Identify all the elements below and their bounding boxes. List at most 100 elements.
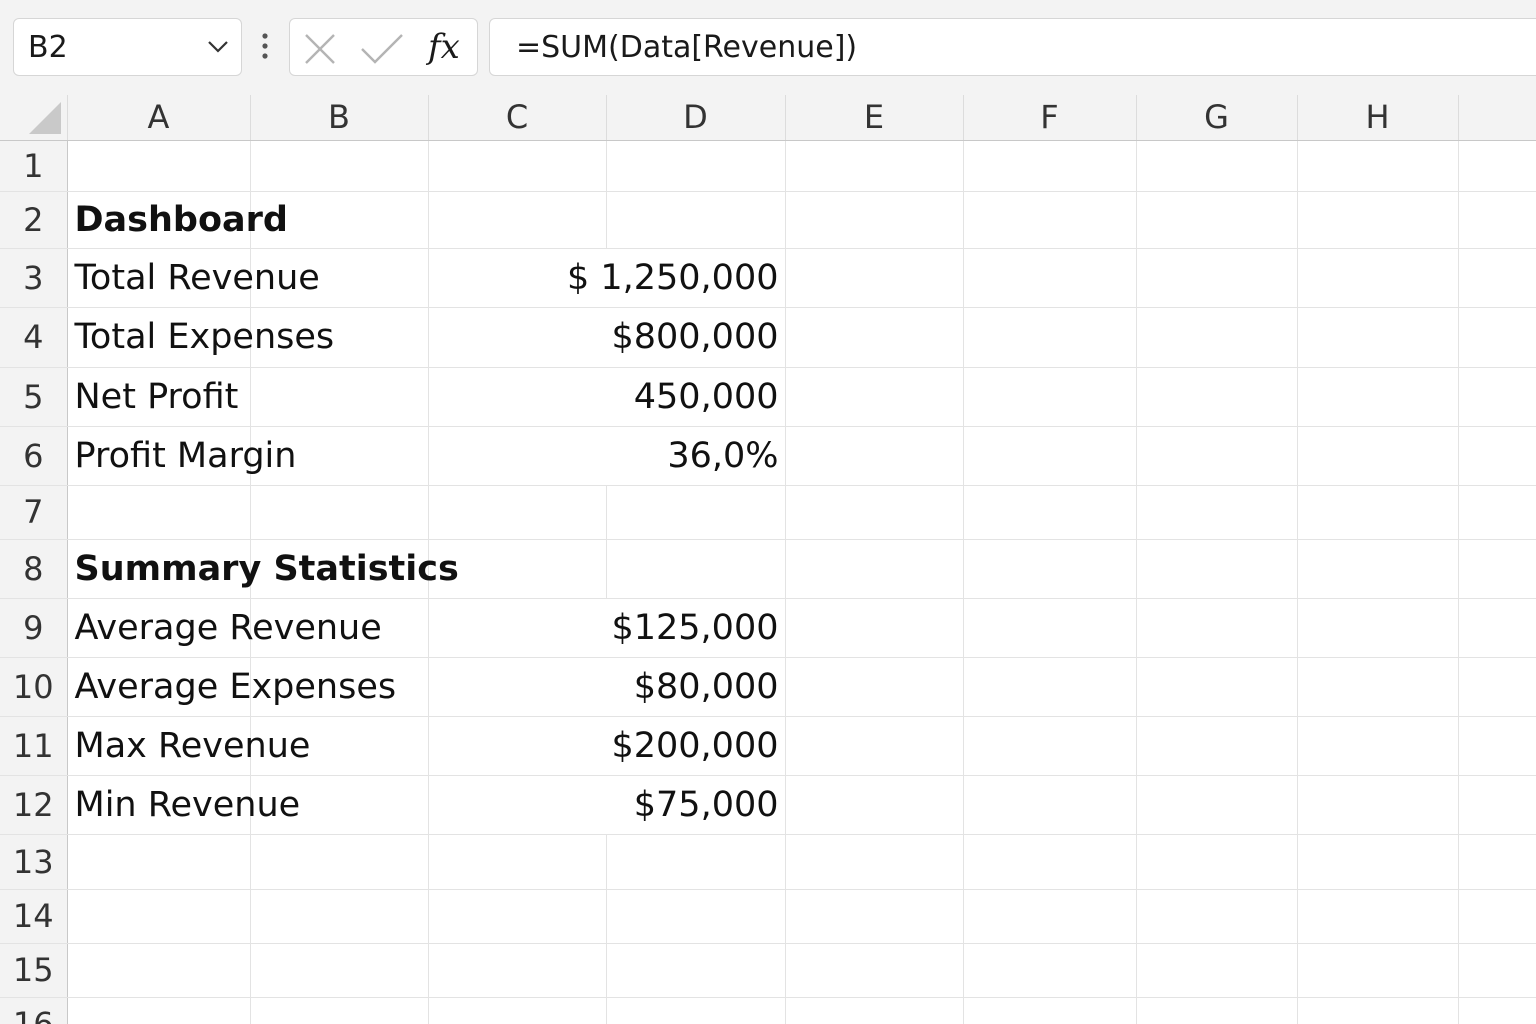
cell[interactable] xyxy=(785,775,964,835)
column-header-g[interactable]: G xyxy=(1136,95,1298,141)
dashboard-value[interactable]: 36,0% xyxy=(428,426,786,486)
cell[interactable]: Min Revenue xyxy=(67,775,300,835)
cell[interactable] xyxy=(785,140,964,192)
row-header[interactable]: 16 xyxy=(0,997,68,1024)
row-header[interactable]: 6 xyxy=(0,426,68,486)
cell[interactable] xyxy=(1136,943,1298,998)
cell-a2[interactable]: Dashboard xyxy=(67,191,288,249)
cell[interactable]: Max Revenue xyxy=(67,716,310,776)
cell[interactable] xyxy=(1297,140,1459,192)
cell[interactable] xyxy=(1458,943,1536,998)
cell[interactable] xyxy=(1458,191,1536,249)
summary-value[interactable]: $125,000 xyxy=(428,598,786,658)
cell[interactable] xyxy=(606,191,786,249)
select-all-corner[interactable] xyxy=(0,95,68,141)
summary-value[interactable]: $80,000 xyxy=(428,657,786,717)
cell[interactable] xyxy=(428,997,607,1024)
cell[interactable] xyxy=(963,248,1137,308)
cell[interactable] xyxy=(1136,834,1298,890)
cell[interactable]: Profit Margin xyxy=(67,426,296,486)
name-box[interactable]: B2 xyxy=(13,18,242,76)
column-header-a[interactable]: A xyxy=(67,95,251,141)
cell[interactable] xyxy=(250,943,429,998)
cell[interactable]: Total Revenue xyxy=(67,248,320,308)
cell[interactable] xyxy=(1297,716,1459,776)
cell[interactable] xyxy=(1136,191,1298,249)
cell[interactable] xyxy=(1136,485,1298,540)
cell[interactable] xyxy=(785,539,964,599)
row-header[interactable]: 1 xyxy=(0,140,68,192)
cell[interactable] xyxy=(1458,716,1536,776)
cell[interactable] xyxy=(1458,140,1536,192)
cancel-icon[interactable] xyxy=(304,33,336,69)
cell[interactable] xyxy=(67,485,251,540)
cell[interactable] xyxy=(1136,367,1298,427)
cell[interactable] xyxy=(1136,775,1298,835)
row-header[interactable]: 15 xyxy=(0,943,68,998)
cell[interactable] xyxy=(963,943,1137,998)
cell[interactable] xyxy=(1458,367,1536,427)
row-header[interactable]: 3 xyxy=(0,248,68,308)
column-header-c[interactable]: C xyxy=(428,95,607,141)
cell[interactable] xyxy=(67,834,251,890)
row-header[interactable]: 4 xyxy=(0,307,68,368)
cell[interactable] xyxy=(785,307,964,368)
cell[interactable]: Average Expenses xyxy=(67,657,396,717)
cell[interactable] xyxy=(250,889,429,944)
cell[interactable] xyxy=(785,426,964,486)
cell[interactable] xyxy=(963,367,1137,427)
cell[interactable] xyxy=(67,997,251,1024)
cell[interactable] xyxy=(1458,539,1536,599)
row-header[interactable]: 7 xyxy=(0,485,68,540)
cell[interactable] xyxy=(67,943,251,998)
cell[interactable] xyxy=(1136,307,1298,368)
cell[interactable] xyxy=(963,889,1137,944)
cell[interactable] xyxy=(250,140,429,192)
summary-value[interactable]: $75,000 xyxy=(428,775,786,835)
cell[interactable] xyxy=(606,889,786,944)
cell[interactable] xyxy=(67,140,251,192)
cell[interactable] xyxy=(785,716,964,776)
cell[interactable] xyxy=(963,598,1137,658)
cell[interactable] xyxy=(785,191,964,249)
row-header[interactable]: 14 xyxy=(0,889,68,944)
cell[interactable] xyxy=(1297,539,1459,599)
cell[interactable] xyxy=(963,657,1137,717)
cell[interactable] xyxy=(1136,716,1298,776)
cell[interactable] xyxy=(606,943,786,998)
cell[interactable] xyxy=(1297,248,1459,308)
cell[interactable] xyxy=(1458,307,1536,368)
cell[interactable] xyxy=(785,889,964,944)
column-header-e[interactable]: E xyxy=(785,95,964,141)
cell[interactable] xyxy=(1458,997,1536,1024)
column-header-blank[interactable] xyxy=(1458,95,1536,141)
cell[interactable]: Total Expenses xyxy=(67,307,334,368)
cell[interactable] xyxy=(1297,834,1459,890)
cell[interactable] xyxy=(1297,598,1459,658)
cell[interactable] xyxy=(606,485,786,540)
row-header[interactable]: 12 xyxy=(0,775,68,835)
cell[interactable] xyxy=(250,997,429,1024)
cell[interactable] xyxy=(963,191,1137,249)
more-options-icon[interactable] xyxy=(256,30,274,64)
row-header[interactable]: 8 xyxy=(0,539,68,599)
cell[interactable] xyxy=(428,943,607,998)
cell[interactable] xyxy=(1136,140,1298,192)
chevron-down-icon[interactable] xyxy=(207,39,229,58)
cell[interactable] xyxy=(963,140,1137,192)
row-header[interactable]: 2 xyxy=(0,191,68,249)
cell[interactable] xyxy=(1458,775,1536,835)
cell[interactable] xyxy=(1297,367,1459,427)
cell[interactable] xyxy=(1297,943,1459,998)
cell[interactable]: Net Profit xyxy=(67,367,251,427)
cell[interactable] xyxy=(1458,834,1536,890)
cell[interactable] xyxy=(1136,889,1298,944)
cell[interactable] xyxy=(1297,657,1459,717)
cell[interactable] xyxy=(1297,775,1459,835)
cell[interactable] xyxy=(785,598,964,658)
cell[interactable] xyxy=(963,775,1137,835)
cell[interactable] xyxy=(428,485,607,540)
summary-value[interactable]: $200,000 xyxy=(428,716,786,776)
column-header-f[interactable]: F xyxy=(963,95,1137,141)
formula-input[interactable]: =SUM(Data[Revenue]) xyxy=(489,18,1536,76)
